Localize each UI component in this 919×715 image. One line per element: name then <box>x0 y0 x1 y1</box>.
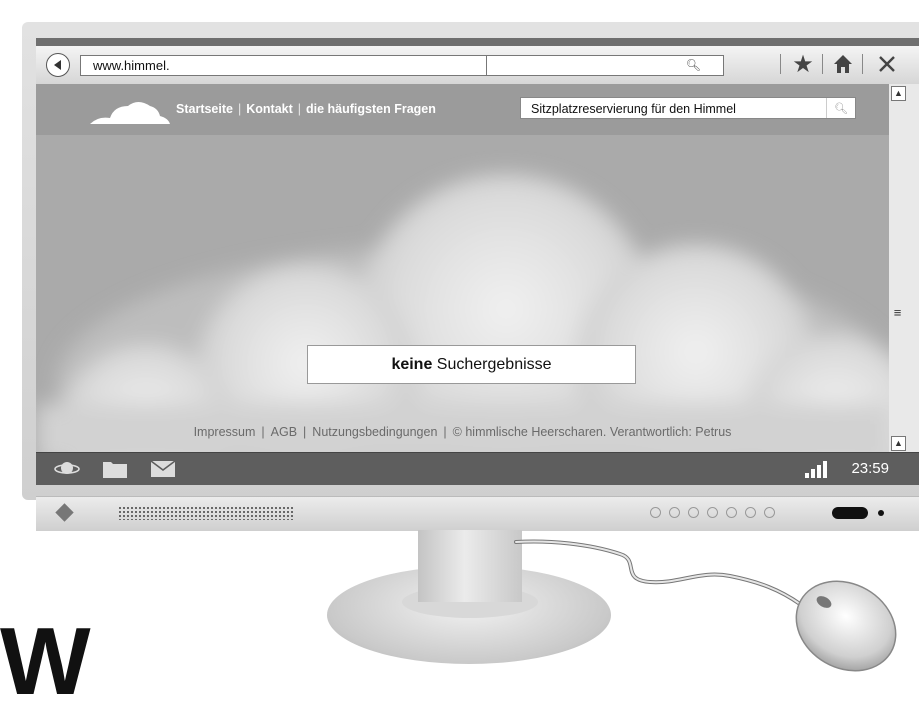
close-icon[interactable] <box>872 50 902 78</box>
result-text: Suchergebnisse <box>432 356 552 373</box>
folder-icon[interactable] <box>102 459 128 479</box>
power-indicator <box>878 510 884 516</box>
footer-separator: | <box>261 425 265 439</box>
site-nav: Startseite | Kontakt | die häufigsten Fragen <box>176 102 436 116</box>
monitor-button[interactable] <box>688 507 699 518</box>
footer-link-terms[interactable]: Nutzungsbedingungen <box>312 425 437 439</box>
monitor-base-strip <box>36 496 919 531</box>
result-emphasis: keine <box>391 356 433 373</box>
search-result-message: keine Suchergebnisse <box>307 345 636 384</box>
toolbar-divider <box>862 54 863 74</box>
scroll-thumb-icon[interactable]: ≡ <box>891 306 904 319</box>
site-search-value: Sitzplatzreservierung für den Himmel <box>531 102 736 116</box>
monitor-button[interactable] <box>650 507 661 518</box>
scroll-up-bottom-button[interactable]: ▲ <box>891 436 906 451</box>
nav-link-startseite[interactable]: Startseite <box>176 102 233 116</box>
footer-link-impressum[interactable]: Impressum <box>194 425 256 439</box>
toolbar-divider <box>822 54 823 74</box>
search-icon[interactable]: 🔍︎ <box>826 98 855 118</box>
site-header: Startseite | Kontakt | die häufigsten Fragen… <box>36 84 889 135</box>
footer-link-agb[interactable]: AGB <box>271 425 297 439</box>
computer-mouse-icon[interactable] <box>780 570 919 680</box>
speaker-grill <box>118 506 294 520</box>
clock: 23:59 <box>851 460 889 477</box>
planet-icon[interactable] <box>54 459 80 477</box>
vertical-scrollbar[interactable]: ▲ ≡ ▲ <box>889 84 919 452</box>
overlay-letter: W <box>0 608 91 715</box>
address-bar[interactable]: www.himmel. <box>80 55 490 76</box>
nav-separator: | <box>297 102 302 116</box>
home-icon[interactable] <box>828 50 858 78</box>
browser-search-input[interactable]: 🔍︎ <box>486 55 724 76</box>
scroll-up-button[interactable]: ▲ <box>891 86 906 101</box>
footer-separator: | <box>443 425 447 439</box>
monitor-button[interactable] <box>745 507 756 518</box>
monitor-bezel-top <box>36 38 919 46</box>
search-icon[interactable]: 🔍︎ <box>686 58 701 72</box>
back-arrow-icon <box>54 60 61 70</box>
os-taskbar: 23:59 <box>36 452 919 485</box>
nav-separator: | <box>237 102 242 116</box>
cloud-logo-icon[interactable] <box>88 94 170 126</box>
star-icon[interactable]: ★ <box>788 50 818 78</box>
monitor-stand-neck <box>418 530 522 602</box>
monitor-button[interactable] <box>707 507 718 518</box>
power-button[interactable] <box>832 507 868 519</box>
monitor-button[interactable] <box>669 507 680 518</box>
page-viewport: Startseite | Kontakt | die häufigsten Fragen… <box>36 84 889 452</box>
mail-icon[interactable] <box>150 459 176 479</box>
site-footer: Impressum | AGB | Nutzungsbedingungen | © himm… <box>36 425 889 439</box>
footer-copyright: © himmlische Heerscharen. Verantwortlich… <box>452 425 732 439</box>
browser-toolbar: www.himmel. 🔍︎ ★ <box>36 46 919 85</box>
diamond-icon <box>55 503 74 522</box>
monitor-button[interactable] <box>726 507 737 518</box>
nav-link-kontakt[interactable]: Kontakt <box>246 102 293 116</box>
monitor-buttons <box>650 507 775 518</box>
toolbar-divider <box>780 54 781 74</box>
monitor-button[interactable] <box>764 507 775 518</box>
nav-link-faq[interactable]: die häufigsten Fragen <box>306 102 436 116</box>
back-button[interactable] <box>46 53 70 77</box>
site-search-input[interactable]: Sitzplatzreservierung für den Himmel 🔍︎ <box>520 97 856 119</box>
cloud-background <box>36 174 889 452</box>
footer-separator: | <box>303 425 307 439</box>
signal-icon <box>805 461 827 478</box>
